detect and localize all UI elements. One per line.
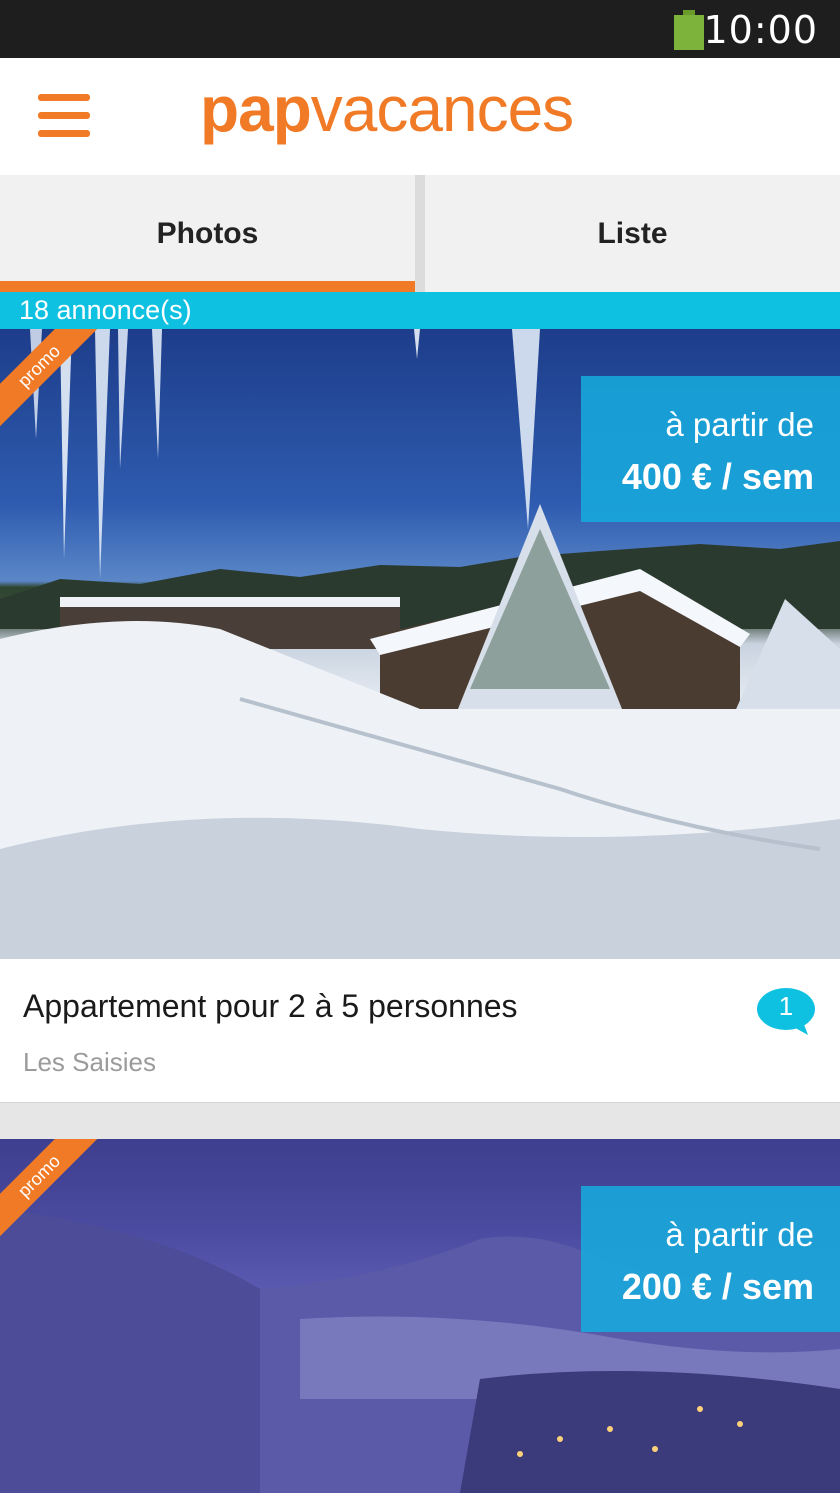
price-box: à partir de 200 € / sem xyxy=(581,1186,840,1332)
battery-icon xyxy=(674,10,704,50)
results-count: 18 annonce(s) xyxy=(0,292,840,329)
status-bar: 10:00 xyxy=(0,0,840,58)
price-from-label: à partir de xyxy=(665,1216,814,1253)
message-count-badge[interactable]: 1 xyxy=(756,987,816,1037)
app-logo: papvacances xyxy=(200,72,574,146)
status-time: 10:00 xyxy=(703,8,818,52)
price-value: 200 € / sem xyxy=(621,1266,814,1307)
listing-location: Les Saisies xyxy=(23,1047,156,1077)
price-box: à partir de 400 € / sem xyxy=(581,376,840,522)
logo-regular: vacances xyxy=(310,73,574,145)
logo-bold: pap xyxy=(200,73,312,145)
message-count: 1 xyxy=(778,991,794,1021)
active-tab-indicator xyxy=(0,281,415,292)
listing-title: Appartement pour 2 à 5 personnes xyxy=(23,988,518,1024)
tab-photos-label: Photos xyxy=(156,216,259,250)
tab-liste-label: Liste xyxy=(597,216,668,250)
tab-divider xyxy=(415,175,425,292)
listing-info[interactable]: Appartement pour 2 à 5 personnes Les Sai… xyxy=(0,959,840,1103)
price-value: 400 € / sem xyxy=(621,456,814,497)
tab-photos[interactable]: Photos xyxy=(0,175,415,292)
view-tabs: Photos Liste xyxy=(0,175,840,292)
tab-liste[interactable]: Liste xyxy=(425,175,840,292)
app-header: papvacances xyxy=(0,58,840,175)
hamburger-menu-icon[interactable] xyxy=(38,94,90,138)
listing-photo[interactable]: promo à partir de 400 € / sem xyxy=(0,329,840,959)
listing-photo[interactable]: promo à partir de 200 € / sem xyxy=(0,1139,840,1493)
price-from-label: à partir de xyxy=(665,406,814,443)
